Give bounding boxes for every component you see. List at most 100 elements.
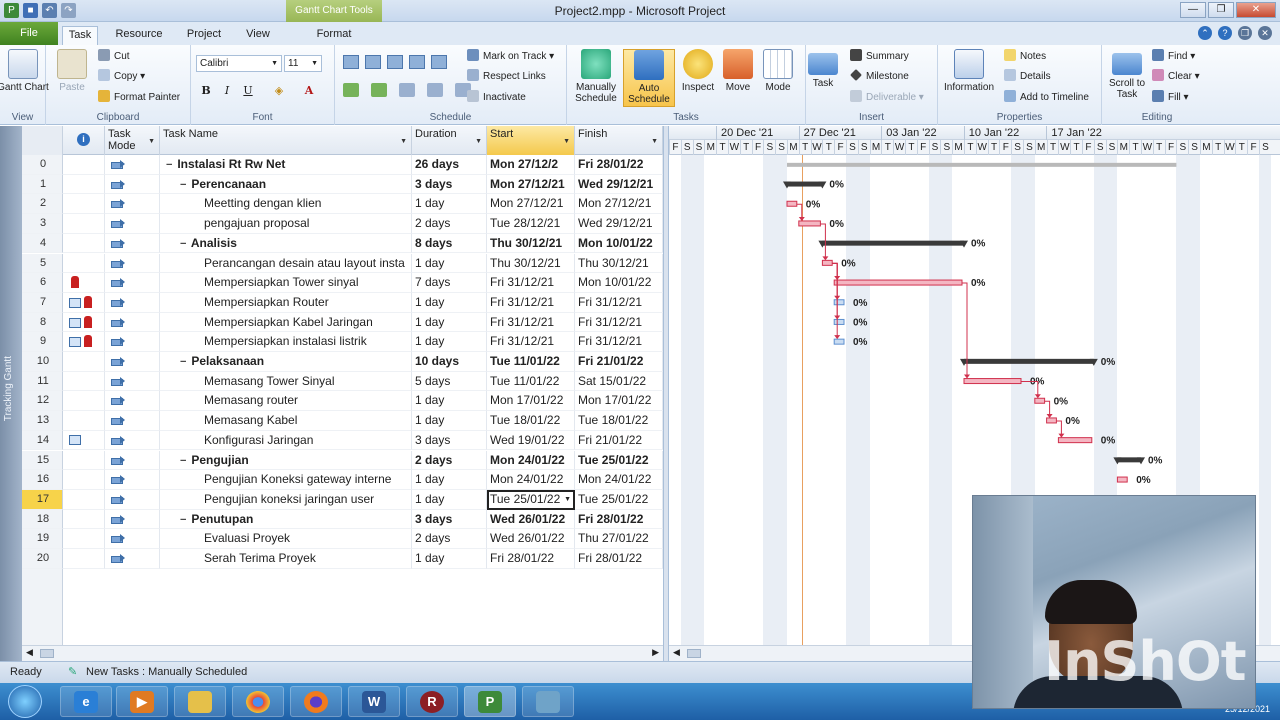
duration-cell[interactable]: 1 day	[412, 194, 487, 215]
finish-cell[interactable]: Fri 21/01/22	[575, 352, 663, 372]
duration-cell[interactable]: 8 days	[412, 233, 487, 254]
start-cell[interactable]: Tue 28/12/21	[487, 214, 575, 234]
summary-bar[interactable]: 0%	[960, 357, 1115, 368]
finish-cell[interactable]: Thu 27/01/22	[575, 529, 663, 549]
redo-icon[interactable]: ↷	[61, 3, 76, 18]
duration-cell[interactable]: 3 days	[412, 430, 487, 451]
finish-cell[interactable]: Fri 28/01/22	[575, 549, 663, 569]
view-bar[interactable]: Tracking Gantt	[0, 126, 22, 661]
indent-icon[interactable]	[343, 83, 359, 97]
duration-cell[interactable]: 10 days	[412, 352, 487, 372]
outdent-icon[interactable]	[371, 83, 387, 97]
inactivate-button[interactable]: Inactivate	[467, 90, 526, 106]
respect-links-button[interactable]: Respect Links	[467, 69, 546, 85]
manually-schedule-button[interactable]: Manually Schedule	[570, 49, 622, 104]
task-mode-cell[interactable]	[105, 174, 160, 195]
task-name-cell[interactable]: Konfigurasi Jaringan	[160, 430, 412, 451]
table-row[interactable]: 10− Pelaksanaan 10 days Tue 11/01/22 Fri 21…	[22, 352, 663, 372]
finish-cell[interactable]: Fri 31/12/21	[575, 332, 663, 352]
start-cell[interactable]: Mon 27/12/21	[487, 174, 575, 195]
task-mode-cell[interactable]	[105, 470, 160, 490]
deliverable-button[interactable]: Deliverable ▾	[850, 90, 924, 106]
clear-button[interactable]: Clear ▾	[1152, 69, 1200, 85]
duration-cell[interactable]: 3 days	[412, 509, 487, 530]
split-icon[interactable]	[399, 83, 415, 97]
finish-cell[interactable]: Tue 25/01/22	[575, 450, 663, 471]
start-cell[interactable]: Mon 17/01/22	[487, 391, 575, 412]
row-id[interactable]: 20	[22, 549, 63, 569]
task-mode-cell[interactable]	[105, 509, 160, 530]
table-row[interactable]: 9 Mempersiapkan instalasi listrik 1 day Fri…	[22, 332, 663, 352]
scroll-thumb[interactable]	[40, 649, 54, 658]
move-button[interactable]: Move	[717, 49, 759, 93]
finish-cell[interactable]: Mon 27/12/21	[575, 194, 663, 215]
duration-cell[interactable]: 7 days	[412, 273, 487, 293]
task-mode-cell[interactable]	[105, 233, 160, 254]
task-name-cell[interactable]: − Analisis	[160, 233, 412, 254]
task-mode-cell[interactable]	[105, 391, 160, 412]
task-mode-cell[interactable]	[105, 273, 160, 293]
row-id[interactable]: 8	[22, 312, 63, 333]
start-cell[interactable]: Mon 24/01/22	[487, 450, 575, 471]
table-row[interactable]: 14 Konfigurasi Jaringan 3 days Wed 19/01/22…	[22, 430, 663, 451]
duration-cell[interactable]: 1 day	[412, 470, 487, 490]
task-name-cell[interactable]: − Perencanaan	[160, 174, 412, 195]
row-id[interactable]: 11	[22, 371, 63, 392]
add-to-timeline-button[interactable]: Add to Timeline	[1004, 90, 1089, 106]
duration-cell[interactable]: 2 days	[412, 529, 487, 549]
task-mode-cell[interactable]	[105, 430, 160, 451]
start-cell[interactable]: Fri 31/12/21	[487, 312, 575, 333]
window-close-icon[interactable]: ✕	[1258, 26, 1272, 40]
table-row[interactable]: 4− Analisis 8 days Thu 30/12/21 Mon 10/01/2…	[22, 233, 663, 254]
task-mode-header[interactable]: Task Mode ▼	[105, 126, 160, 155]
finish-cell[interactable]: Fri 31/12/21	[575, 312, 663, 333]
summary-bar[interactable]	[787, 162, 1177, 167]
task-mode-cell[interactable]	[105, 292, 160, 313]
font-color-icon[interactable]: A	[301, 83, 317, 99]
task-name-cell[interactable]: Memasang Kabel	[160, 411, 412, 431]
table-row[interactable]: 20 Serah Terima Proyek 1 day Fri 28/01/22 Fr…	[22, 549, 663, 569]
task-bar[interactable]: 0%	[1116, 475, 1151, 486]
row-id[interactable]: 1	[22, 174, 63, 195]
task-mode-cell[interactable]	[105, 332, 160, 352]
link-icon[interactable]	[427, 83, 443, 97]
collapse-toggle-icon[interactable]: −	[180, 235, 188, 253]
restore-button[interactable]: ❐	[1208, 2, 1234, 18]
task-mode-cell[interactable]	[105, 352, 160, 372]
table-row[interactable]: 16 Pengujian Koneksi gateway interne 1 day…	[22, 470, 663, 490]
minimize-button[interactable]: —	[1180, 2, 1206, 18]
table-row[interactable]: 11 Memasang Tower Sinyal 5 days Tue 11/01/2…	[22, 371, 663, 392]
start-cell[interactable]: Fri 28/01/22	[487, 549, 575, 569]
table-row[interactable]: 18− Penutupan 3 days Wed 26/01/22 Fri 28/01…	[22, 509, 663, 530]
start-cell[interactable]: Thu 30/12/21	[487, 233, 575, 254]
chevron-down-icon[interactable]: ▼	[475, 136, 482, 148]
start-cell[interactable]: Fri 31/12/21	[487, 332, 575, 352]
finish-cell[interactable]: Tue 18/01/22	[575, 411, 663, 431]
taskbar-folder[interactable]	[174, 686, 226, 717]
row-id[interactable]: 0	[22, 155, 63, 175]
row-id[interactable]: 4	[22, 233, 63, 254]
font-name-combo[interactable]: Calibri ▼	[196, 55, 282, 72]
finish-cell[interactable]: Sat 15/01/22	[575, 371, 663, 392]
row-id[interactable]: 2	[22, 194, 63, 215]
gantt-chart-button[interactable]: Gantt Chart	[0, 49, 49, 93]
duration-cell[interactable]: 5 days	[412, 371, 487, 392]
table-row[interactable]: 6 Mempersiapkan Tower sinyal 7 days Fri 31/…	[22, 273, 663, 293]
font-size-combo[interactable]: 11 ▼	[284, 55, 322, 72]
task-mode-cell[interactable]	[105, 312, 160, 333]
task-name-cell[interactable]: − Instalasi Rt Rw Net	[160, 155, 412, 175]
finish-header[interactable]: Finish ▼	[575, 126, 663, 155]
task-mode-cell[interactable]	[105, 253, 160, 274]
row-id[interactable]: 13	[22, 411, 63, 431]
duration-header[interactable]: Duration ▼	[412, 126, 487, 155]
start-cell[interactable]: Fri 31/12/21	[487, 273, 575, 293]
finish-cell[interactable]: Mon 24/01/22	[575, 470, 663, 490]
row-id[interactable]: 5	[22, 253, 63, 274]
task-mode-cell[interactable]	[105, 371, 160, 392]
task-bar[interactable]: 0%	[833, 337, 868, 348]
task-name-cell[interactable]: Memasang router	[160, 391, 412, 412]
task-name-cell[interactable]: − Penutupan	[160, 509, 412, 530]
row-id[interactable]: 19	[22, 529, 63, 549]
task-bar[interactable]: 0%	[1057, 436, 1115, 447]
duration-cell[interactable]: 26 days	[412, 155, 487, 175]
